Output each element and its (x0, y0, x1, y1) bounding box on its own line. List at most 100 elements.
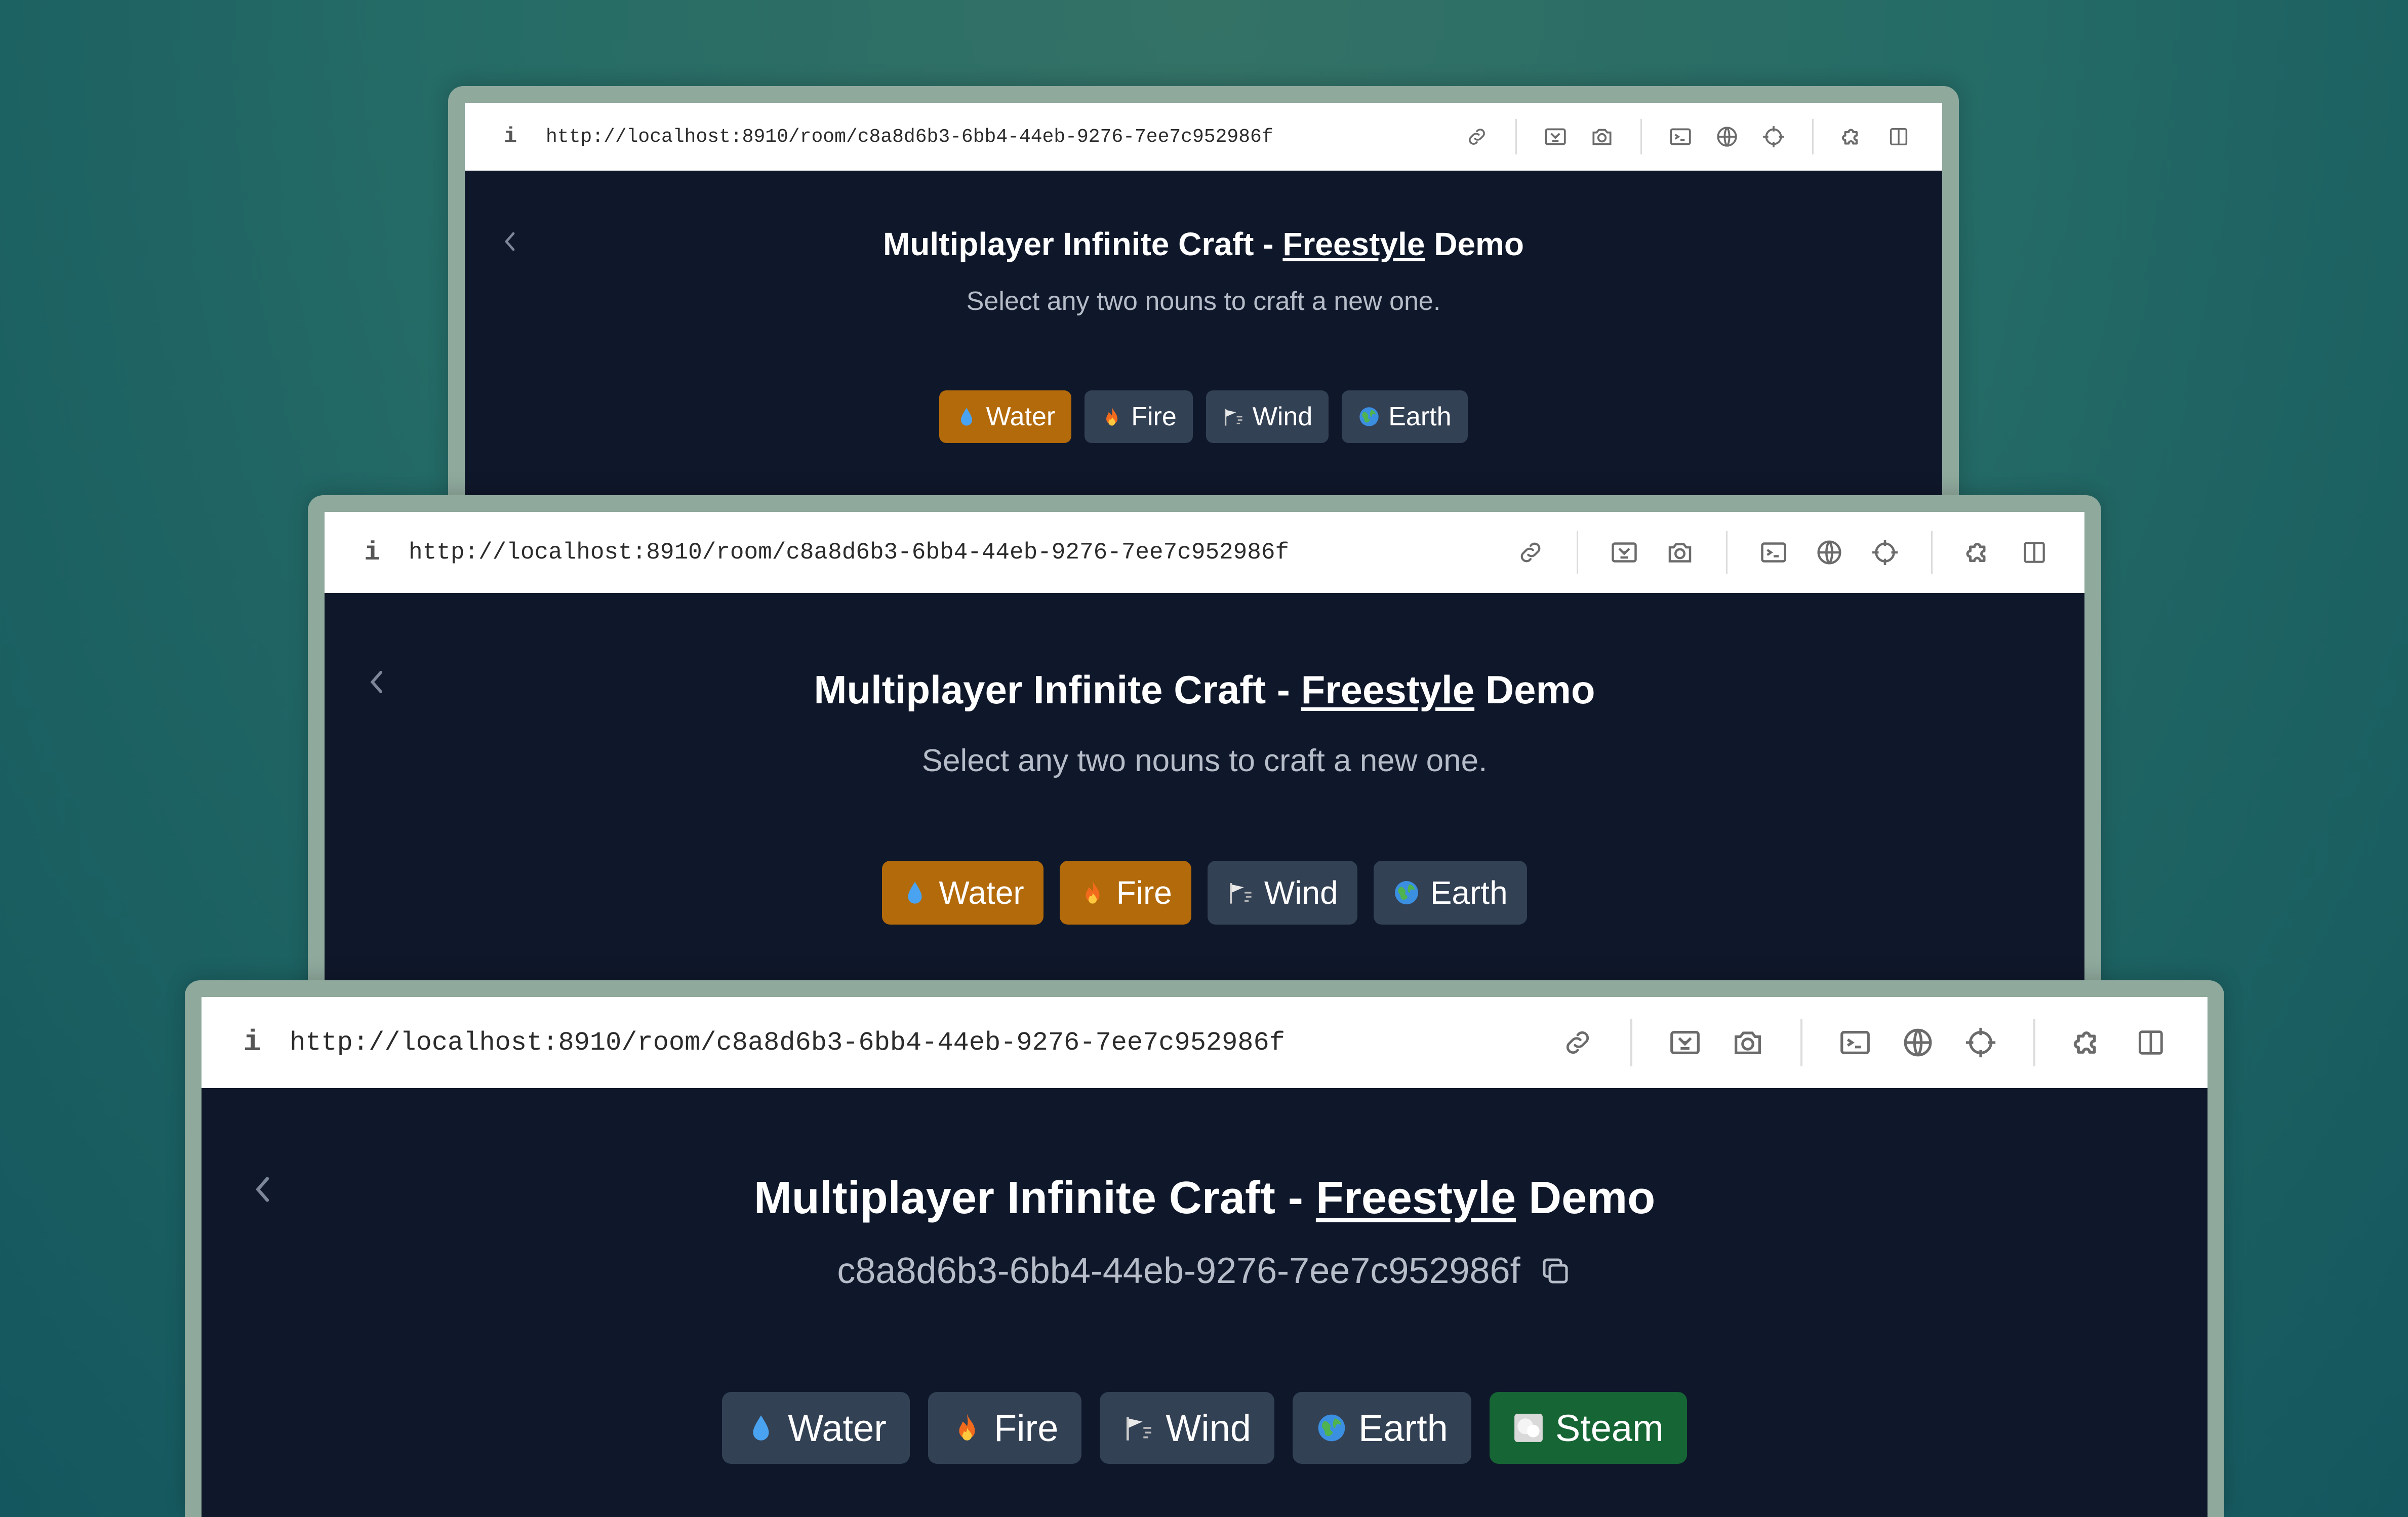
site-info-icon[interactable]: i (227, 1026, 277, 1059)
title-suffix: Demo (1474, 667, 1595, 712)
browser-viewport: i http://localhost:8910/room/c8a8d6b3-6b… (325, 512, 2084, 1027)
globe-earth-icon (1393, 879, 1420, 906)
terminal-icon[interactable] (1824, 1011, 1887, 1074)
chip-fire[interactable]: Fire (1059, 861, 1191, 925)
copy-icon[interactable] (1539, 1254, 1572, 1288)
element-chip-list: Water Fire Wind Earth (465, 390, 1942, 443)
title-suffix: Demo (1516, 1173, 1656, 1223)
toolbar-divider (1577, 531, 1578, 574)
toolbar-divider (2033, 1019, 2035, 1066)
chip-steam[interactable]: Steam (1489, 1392, 1687, 1464)
app-content: Multiplayer Infinite Craft - Freestyle D… (325, 593, 2084, 1027)
fire-icon (1079, 879, 1106, 906)
chip-earth[interactable]: Earth (1342, 390, 1468, 443)
crosshair-icon[interactable] (1750, 113, 1797, 160)
chip-wind[interactable]: Wind (1100, 1392, 1274, 1464)
chip-water[interactable]: Water (939, 390, 1072, 443)
chip-label: Earth (1388, 402, 1452, 431)
extension-icon[interactable] (1951, 525, 2006, 580)
browser-toolbar: i http://localhost:8910/room/c8a8d6b3-6b… (325, 512, 2084, 593)
terminal-icon[interactable] (1746, 525, 1801, 580)
chip-earth[interactable]: Earth (1292, 1392, 1471, 1464)
droplet-icon (745, 1412, 777, 1444)
toolbar-icons (1454, 113, 1922, 160)
freestyle-link[interactable]: Freestyle (1316, 1173, 1516, 1223)
chip-label: Fire (993, 1407, 1059, 1449)
element-chip-list: Water Fire Wind Earth (325, 861, 2084, 925)
element-chip-list: Water Fire Wind Earth Steam (202, 1392, 2208, 1464)
room-id: c8a8d6b3-6bb4-44eb-9276-7ee7c952986f (837, 1250, 1572, 1292)
title-prefix: Multiplayer Infinite Craft - (753, 1173, 1316, 1223)
fire-icon (951, 1412, 983, 1444)
chip-fire[interactable]: Fire (1085, 390, 1193, 443)
site-info-icon[interactable]: i (485, 124, 536, 149)
camera-icon[interactable] (1716, 1011, 1779, 1074)
app-content: Multiplayer Infinite Craft - Freestyle D… (202, 1088, 2208, 1517)
address-bar[interactable]: http://localhost:8910/room/c8a8d6b3-6bb4… (546, 126, 1454, 148)
wind-icon (1222, 406, 1245, 428)
screenshot-element-icon[interactable] (1596, 525, 1652, 580)
link-icon[interactable] (1503, 525, 1558, 580)
globe-icon[interactable] (1887, 1011, 1949, 1074)
camera-icon[interactable] (1652, 525, 1708, 580)
wind-icon (1227, 879, 1254, 906)
wind-icon (1123, 1412, 1154, 1444)
toolbar-divider (1800, 1019, 1802, 1066)
chip-label: Wind (1252, 402, 1313, 431)
chip-water[interactable]: Water (722, 1392, 910, 1464)
chip-label: Steam (1555, 1407, 1664, 1449)
address-bar[interactable]: http://localhost:8910/room/c8a8d6b3-6bb4… (290, 1028, 1546, 1058)
crosshair-icon[interactable] (1857, 525, 1913, 580)
browser-window-3: i http://localhost:8910/room/c8a8d6b3-6b… (185, 980, 2224, 1517)
room-id-row: c8a8d6b3-6bb4-44eb-9276-7ee7c952986f (202, 1250, 2208, 1292)
split-view-icon[interactable] (2006, 525, 2062, 580)
toolbar-divider (1812, 119, 1814, 154)
globe-earth-icon (1316, 1412, 1347, 1444)
chip-earth[interactable]: Earth (1373, 861, 1527, 925)
globe-icon[interactable] (1704, 113, 1750, 160)
chip-wind[interactable]: Wind (1206, 390, 1329, 443)
page-subtitle: Select any two nouns to craft a new one. (966, 287, 1441, 316)
app-content: Multiplayer Infinite Craft - Freestyle D… (465, 171, 1942, 506)
toolbar-divider (1630, 1019, 1632, 1066)
link-icon[interactable] (1454, 113, 1500, 160)
freestyle-link[interactable]: Freestyle (1301, 667, 1475, 712)
chip-label: Fire (1131, 402, 1177, 431)
page-subtitle: Select any two nouns to craft a new one. (921, 743, 1488, 778)
camera-icon[interactable] (1579, 113, 1625, 160)
chip-label: Fire (1116, 874, 1172, 911)
terminal-icon[interactable] (1657, 113, 1704, 160)
room-id-text: c8a8d6b3-6bb4-44eb-9276-7ee7c952986f (837, 1251, 1520, 1291)
screenshot-element-icon[interactable] (1654, 1011, 1716, 1074)
title-prefix: Multiplayer Infinite Craft - (814, 667, 1301, 712)
browser-window-1: i http://localhost:8910/room/c8a8d6b3-6b… (448, 86, 1959, 506)
toolbar-icons (1546, 1011, 2182, 1074)
chip-water[interactable]: Water (882, 861, 1044, 925)
browser-window-2: i http://localhost:8910/room/c8a8d6b3-6b… (308, 495, 2101, 1027)
chip-fire[interactable]: Fire (928, 1392, 1082, 1464)
globe-earth-icon (1358, 406, 1380, 428)
globe-icon[interactable] (1801, 525, 1857, 580)
chip-wind[interactable]: Wind (1207, 861, 1357, 925)
droplet-icon (955, 406, 978, 428)
link-icon[interactable] (1546, 1011, 1609, 1074)
extension-icon[interactable] (1829, 113, 1875, 160)
chip-label: Earth (1358, 1407, 1448, 1449)
chip-label: Earth (1430, 874, 1508, 911)
freestyle-link[interactable]: Freestyle (1282, 226, 1425, 262)
chip-label: Wind (1166, 1407, 1251, 1449)
toolbar-icons (1503, 525, 2062, 580)
droplet-icon (901, 879, 929, 906)
title-suffix: Demo (1425, 226, 1524, 262)
site-info-icon[interactable]: i (347, 538, 397, 568)
page-title: Multiplayer Infinite Craft - Freestyle D… (465, 225, 1942, 263)
crosshair-icon[interactable] (1949, 1011, 2012, 1074)
screenshot-element-icon[interactable] (1532, 113, 1579, 160)
split-view-icon[interactable] (1875, 113, 1922, 160)
address-bar[interactable]: http://localhost:8910/room/c8a8d6b3-6bb4… (409, 539, 1503, 566)
fire-icon (1101, 406, 1123, 428)
browser-toolbar: i http://localhost:8910/room/c8a8d6b3-6b… (465, 103, 1942, 171)
extension-icon[interactable] (2057, 1011, 2119, 1074)
split-view-icon[interactable] (2119, 1011, 2182, 1074)
toolbar-divider (1640, 119, 1642, 154)
